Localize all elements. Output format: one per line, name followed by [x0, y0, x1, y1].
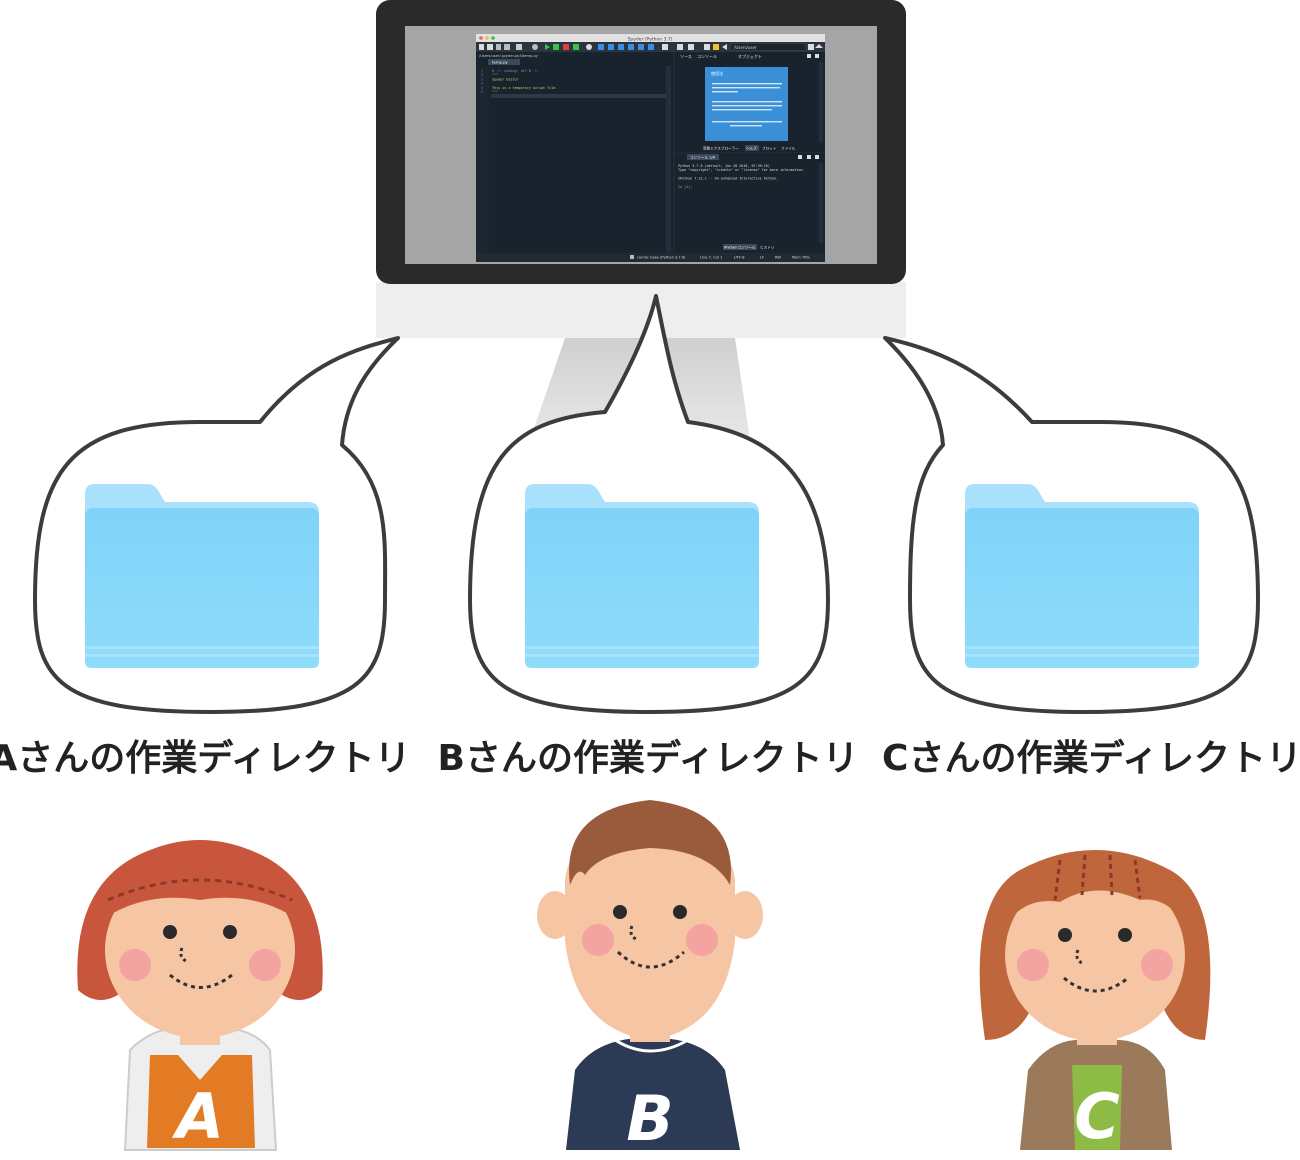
path-input-value: /Users/user [734, 45, 757, 50]
debug-icon[interactable] [598, 44, 604, 50]
workflow-illustration: Spyder (Python 3.7) /Users/user /Users/u… [0, 0, 1300, 1155]
right-eye-a [223, 925, 237, 939]
code-line: # -*- coding: utf-8 -*- [492, 69, 539, 73]
help-panel: ソース コンソール オブジェクト 使用法 変数エクスプローラー ヘルプ プロット… [675, 52, 825, 152]
current-line-highlight [491, 94, 666, 98]
badge-c: C [1074, 1080, 1120, 1153]
code-line: Spyder Editor [492, 77, 519, 81]
caption-c: Cさんの作業ディレクトリ [882, 737, 1300, 779]
character-b: B [537, 800, 763, 1155]
save-icon[interactable] [496, 44, 501, 50]
right-cheek-c [1141, 949, 1173, 981]
open-file-icon[interactable] [487, 44, 493, 50]
left-cheek-a [119, 949, 151, 981]
browse-folder-icon[interactable] [808, 44, 814, 50]
badge-b: B [626, 1082, 673, 1155]
continue-icon[interactable] [638, 44, 644, 50]
close-icon[interactable] [479, 36, 483, 40]
stop-debug-icon[interactable] [648, 44, 654, 50]
minimize-icon[interactable] [485, 36, 489, 40]
help-card-title: 使用法 [711, 70, 723, 76]
run-selection-icon[interactable] [573, 44, 579, 50]
console-pane[interactable]: コンソール 1/A Python 3.7.0 (default, Jun 28 … [675, 153, 825, 253]
step-into-icon[interactable] [618, 44, 624, 50]
left-eye-b [613, 905, 627, 919]
code-line: This is a temporary script file. [492, 86, 557, 90]
window-title: Spyder (Python 3.7) [628, 37, 673, 43]
edit-icon[interactable] [807, 155, 811, 159]
console-line: Type "copyright", "credits" or "license"… [678, 168, 805, 172]
character-a: A [77, 840, 323, 1153]
folder-b-icon[interactable] [525, 484, 759, 668]
settings-icon[interactable] [532, 44, 538, 50]
tab-files[interactable]: ファイル [781, 146, 796, 151]
editor-scrollbar[interactable] [666, 66, 671, 252]
run-cell-advance-icon[interactable] [563, 44, 569, 50]
left-eye-a [163, 925, 177, 939]
badge-a: A [171, 1080, 224, 1153]
editor-tab-label: temp.py [492, 60, 509, 65]
lock-icon[interactable] [807, 54, 811, 58]
status-eol: LF [760, 256, 764, 260]
tab-variable-explorer[interactable]: 変数エクスプローラー [703, 146, 739, 151]
stop-kernel-icon[interactable] [798, 155, 802, 159]
spyder-window[interactable]: Spyder (Python 3.7) /Users/user /Users/u… [476, 34, 825, 262]
console-line: In [1]: [678, 185, 692, 189]
help-tab-object[interactable]: オブジェクト [738, 53, 762, 59]
left-eye-c [1058, 928, 1072, 942]
folder-a-icon[interactable] [85, 484, 319, 668]
tab-ipython-console[interactable]: IPythonコンソール [724, 246, 756, 250]
fullscreen-icon[interactable] [677, 44, 683, 50]
step-return-icon[interactable] [628, 44, 634, 50]
code-line: """ [492, 90, 498, 94]
tab-plots[interactable]: プロット [762, 146, 777, 151]
conda-icon [630, 255, 634, 259]
print-icon[interactable] [516, 44, 522, 50]
folder-c-icon[interactable] [965, 484, 1199, 668]
status-bar: conda: base (Python 3.7.6) Line 7, Col 1… [476, 253, 825, 262]
new-file-icon[interactable] [479, 44, 484, 50]
right-cheek-b [686, 924, 718, 956]
wrench-icon[interactable] [704, 44, 710, 50]
save-all-icon[interactable] [504, 44, 510, 50]
right-cheek-a [249, 949, 281, 981]
status-encoding: UTF-8 [734, 256, 745, 260]
caption-a: Aさんの作業ディレクトリ [0, 737, 411, 779]
python-path-icon[interactable] [713, 44, 719, 50]
console-options-icon[interactable] [815, 155, 819, 159]
rerun-icon[interactable] [586, 44, 592, 50]
editor-path: /Users/user/.spyder-py3/temp.py [479, 54, 539, 58]
line-number: 6 [481, 90, 483, 94]
maximize-pane-icon[interactable] [662, 44, 668, 50]
editor-pane[interactable]: /Users/user/.spyder-py3/temp.py temp.py … [476, 52, 673, 262]
character-c: C [979, 850, 1211, 1153]
left-cheek-c [1017, 949, 1049, 981]
caption-b: Bさんの作業ディレクトリ [438, 737, 859, 779]
console-tab-label: コンソール 1/A [690, 156, 716, 160]
right-eye-b [673, 905, 687, 919]
help-bottom-tabs[interactable]: 変数エクスプローラー ヘルプ プロット ファイル [703, 145, 796, 151]
preferences-icon[interactable] [688, 44, 694, 50]
tab-history[interactable]: ヒストリ [760, 245, 774, 250]
console-line: IPython 7.12.1 -- An enhanced Interactiv… [678, 177, 778, 181]
status-memory: Mem 76% [792, 256, 811, 260]
monitor-chin [376, 282, 906, 338]
run-cell-icon[interactable] [553, 44, 559, 50]
left-cheek-b [582, 924, 614, 956]
status-env: conda: base (Python 3.7.6) [637, 256, 686, 260]
help-scrollbar[interactable] [819, 62, 823, 142]
help-card [705, 67, 788, 141]
options-icon[interactable] [815, 54, 819, 58]
status-permissions: RW [775, 256, 781, 260]
right-eye-c [1118, 928, 1132, 942]
help-tab-source[interactable]: ソース [680, 54, 692, 59]
step-icon[interactable] [608, 44, 614, 50]
zoom-icon[interactable] [491, 36, 495, 40]
console-scrollbar[interactable] [819, 163, 823, 243]
status-cursor: Line 7, Col 1 [700, 256, 722, 260]
help-tab-console[interactable]: コンソール [697, 54, 717, 59]
tab-help[interactable]: ヘルプ [746, 146, 757, 151]
